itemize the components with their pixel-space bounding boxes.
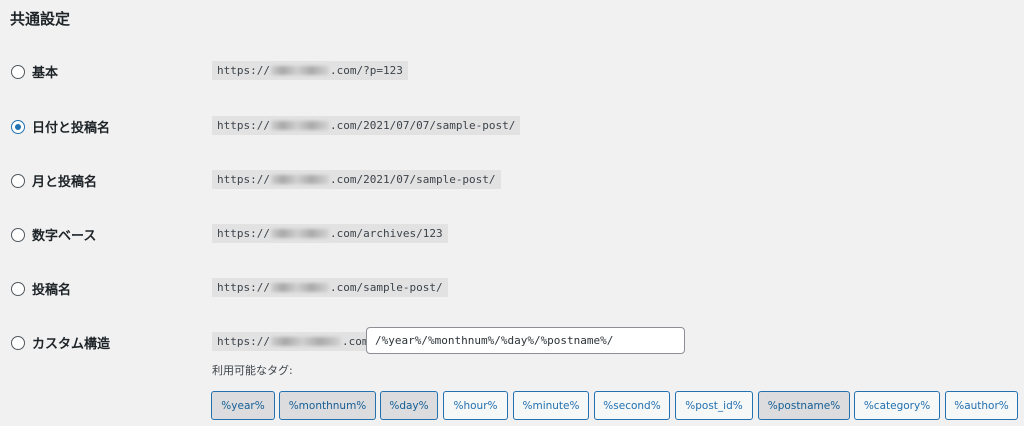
redacted-domain bbox=[270, 283, 329, 292]
section-title: 共通設定 bbox=[10, 10, 71, 28]
redacted-domain bbox=[270, 66, 329, 75]
radio-post-name[interactable] bbox=[11, 281, 25, 296]
url-example: https:// .com/?p=123 bbox=[212, 61, 408, 80]
redacted-domain bbox=[270, 175, 329, 184]
permalink-option-basic[interactable]: 基本 https:// .com/?p=123 bbox=[0, 55, 1024, 85]
url-example: https:// .com/2021/07/07/sample-post/ bbox=[212, 116, 521, 135]
url-prefix: https:// bbox=[217, 173, 270, 186]
permalink-option-date-and-name[interactable]: 日付と投稿名 https:// .com/2021/07/07/sample-p… bbox=[0, 110, 1024, 140]
available-tags-label: 利用可能なタグ: bbox=[212, 364, 293, 377]
url-prefix: https:// bbox=[217, 64, 270, 77]
radio-custom[interactable] bbox=[11, 335, 25, 350]
radio-basic[interactable] bbox=[11, 64, 25, 79]
permalink-option-month-and-name[interactable]: 月と投稿名 https:// .com/2021/07/sample-post/ bbox=[0, 164, 1024, 194]
option-label[interactable]: 投稿名 bbox=[32, 279, 71, 298]
custom-structure-input[interactable] bbox=[366, 327, 685, 354]
redacted-domain bbox=[270, 121, 329, 130]
url-example: https:// .com/archives/123 bbox=[212, 224, 448, 243]
tag-year-button[interactable]: %year% bbox=[211, 391, 275, 420]
tag-postname-button[interactable]: %postname% bbox=[758, 391, 850, 420]
tag-monthnum-button[interactable]: %monthnum% bbox=[279, 391, 376, 420]
option-label[interactable]: 月と投稿名 bbox=[32, 171, 97, 190]
url-example: https:// .com/sample-post/ bbox=[212, 278, 448, 297]
url-prefix-example: https:// .com bbox=[212, 332, 374, 351]
tag-author-button[interactable]: %author% bbox=[945, 391, 1018, 420]
radio-month-and-name[interactable] bbox=[11, 173, 25, 188]
url-prefix: https:// bbox=[217, 335, 270, 348]
tag-post-id-button[interactable]: %post_id% bbox=[675, 391, 753, 420]
url-prefix: https:// bbox=[217, 281, 270, 294]
option-label[interactable]: 基本 bbox=[32, 62, 58, 81]
option-label[interactable]: 日付と投稿名 bbox=[32, 117, 110, 136]
tag-second-button[interactable]: %second% bbox=[594, 391, 670, 420]
radio-numeric[interactable] bbox=[11, 227, 25, 242]
url-prefix: https:// bbox=[217, 227, 270, 240]
url-suffix: .com/archives/123 bbox=[329, 227, 443, 240]
tag-minute-button[interactable]: %minute% bbox=[513, 391, 589, 420]
url-suffix: .com bbox=[341, 335, 369, 348]
url-suffix: .com/sample-post/ bbox=[329, 281, 443, 294]
redacted-domain bbox=[270, 229, 329, 238]
url-prefix: https:// bbox=[217, 119, 270, 132]
permalink-option-post-name[interactable]: 投稿名 https:// .com/sample-post/ bbox=[0, 272, 1024, 302]
url-example: https:// .com/2021/07/sample-post/ bbox=[212, 170, 501, 189]
option-label[interactable]: 数字ベース bbox=[32, 225, 96, 244]
tag-category-button[interactable]: %category% bbox=[854, 391, 940, 420]
option-label[interactable]: カスタム構造 bbox=[32, 333, 110, 352]
url-suffix: .com/2021/07/sample-post/ bbox=[329, 173, 496, 186]
tag-day-button[interactable]: %day% bbox=[380, 391, 438, 420]
url-suffix: .com/?p=123 bbox=[329, 64, 403, 77]
permalink-option-numeric[interactable]: 数字ベース https:// .com/archives/123 bbox=[0, 218, 1024, 248]
tag-hour-button[interactable]: %hour% bbox=[443, 391, 508, 420]
radio-date-and-name[interactable] bbox=[11, 119, 25, 134]
redacted-domain bbox=[270, 337, 341, 346]
permalink-option-custom[interactable]: カスタム構造 https:// .com bbox=[0, 326, 1024, 356]
url-suffix: .com/2021/07/07/sample-post/ bbox=[329, 119, 516, 132]
